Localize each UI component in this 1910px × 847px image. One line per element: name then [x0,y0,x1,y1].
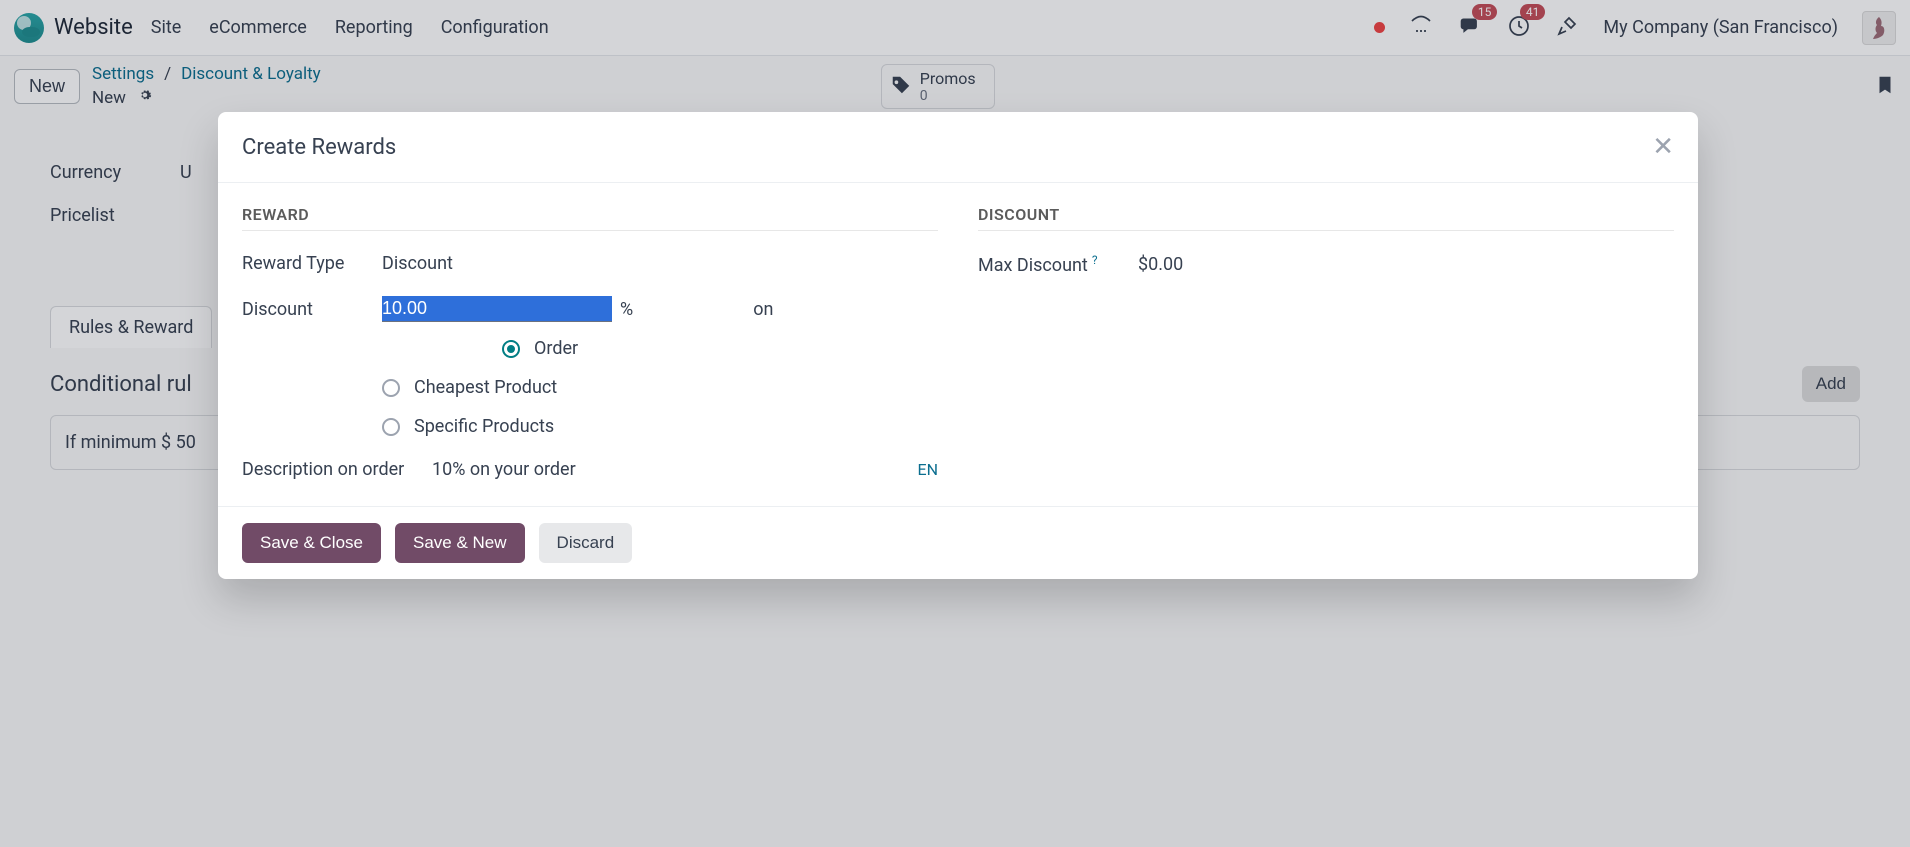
discount-on-label: on [753,299,773,320]
reward-type-label: Reward Type [242,253,382,274]
save-new-button[interactable]: Save & New [395,523,525,563]
radio-dot-icon [382,418,400,436]
radio-cheapest-product[interactable]: Cheapest Product [382,377,938,398]
create-rewards-modal: Create Rewards ✕ REWARD Reward Type Disc… [218,112,1698,579]
discount-section-header: DISCOUNT [978,205,1674,231]
reward-section-header: REWARD [242,205,938,231]
description-label: Description on order [242,459,432,480]
discount-unit[interactable]: % [620,299,633,320]
radio-order[interactable]: Order [382,338,938,359]
language-toggle[interactable]: EN [917,460,938,479]
discount-input[interactable] [382,296,612,322]
max-discount-label: Max Discount? [978,253,1138,276]
save-close-button[interactable]: Save & Close [242,523,381,563]
radio-specific-products[interactable]: Specific Products [382,416,938,437]
max-discount-value[interactable]: $0.00 [1138,254,1183,275]
discard-button[interactable]: Discard [539,523,633,563]
close-icon[interactable]: ✕ [1652,134,1674,160]
radio-dot-icon [382,379,400,397]
discount-label: Discount [242,299,382,320]
description-value[interactable]: 10% on your order [432,459,576,480]
reward-type-value[interactable]: Discount [382,253,453,274]
modal-title: Create Rewards [242,135,396,160]
radio-dot-icon [502,340,520,358]
help-icon[interactable]: ? [1092,253,1098,267]
